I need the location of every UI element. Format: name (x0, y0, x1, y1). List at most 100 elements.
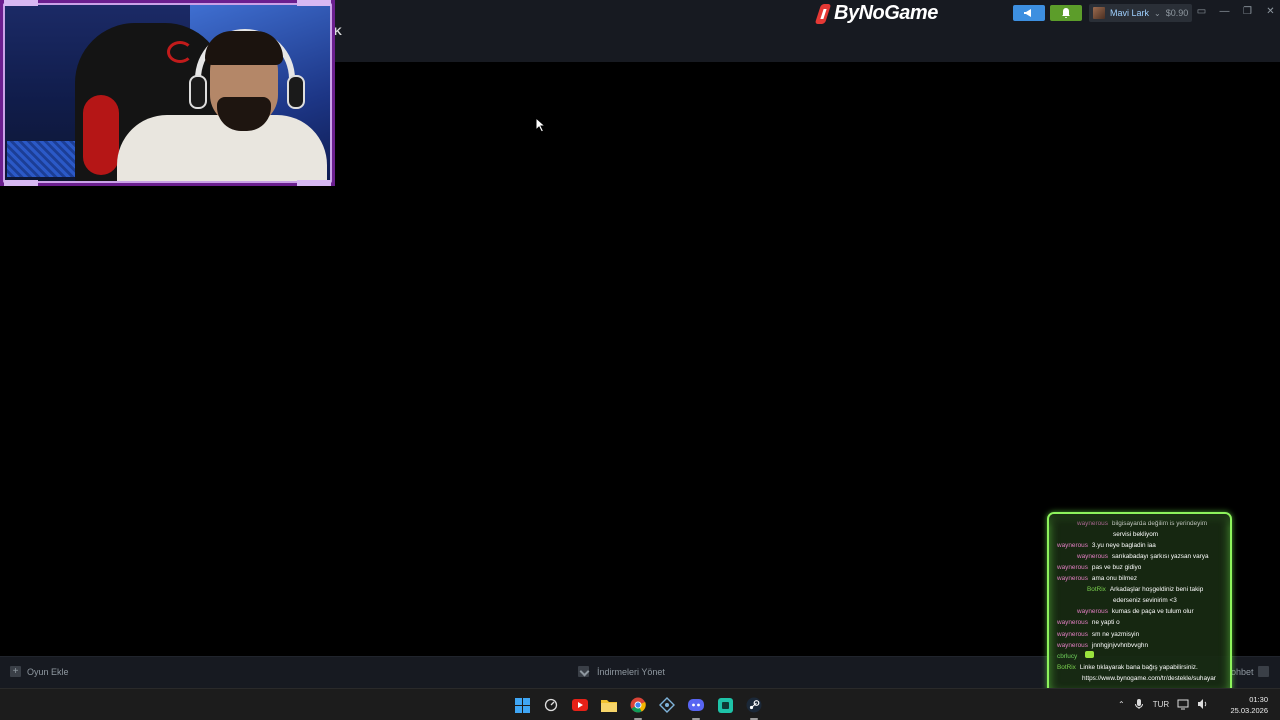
frame-corner (4, 0, 38, 6)
chat-message-text: ne yapti o (1091, 619, 1120, 627)
taskbar-apps (512, 695, 764, 720)
chat-message-text: sarıkabadayı şarkısı yazsan varya (1111, 552, 1209, 560)
webcam-feed (3, 3, 332, 183)
minimize-button[interactable]: — (1213, 4, 1236, 20)
add-game-label: Oyun Ekle (27, 666, 69, 677)
chat-message-text: https://www.bynogame.com/tr/destekle/suh… (1082, 674, 1216, 682)
mouse-cursor-icon (535, 117, 547, 133)
manage-downloads-label: İndirmeleri Yönet (597, 666, 665, 677)
chat-message-text: Arkadaşlar hoşgeldiniz beni takip (1109, 586, 1204, 594)
announcements-button[interactable] (1013, 5, 1045, 21)
microphone-icon[interactable] (1133, 698, 1145, 710)
network-icon[interactable] (1177, 698, 1189, 710)
teal-app-icon[interactable] (715, 695, 735, 715)
chat-username: waynerous (1077, 608, 1108, 616)
chat-username: waynerous (1057, 541, 1088, 549)
clock-date: 25.03.2026 (1230, 706, 1268, 715)
chat-message: waynerous sarıkabadayı şarkısı yazsan var… (1057, 551, 1226, 562)
notifications-button[interactable] (1050, 5, 1082, 21)
stream-chat-overlay: waynerousbilgisayarda değilim is yerinde… (1047, 512, 1232, 696)
clock-time: 01:30 (1249, 695, 1268, 704)
webcam-overlay (0, 0, 335, 186)
chat-username: BotRix (1087, 586, 1106, 594)
streamer-body (117, 115, 327, 181)
file-explorer-icon[interactable] (599, 695, 619, 715)
speedometer-icon[interactable] (541, 695, 561, 715)
download-icon (578, 666, 589, 677)
chat-message-text: sm ne yazmisyin (1091, 630, 1140, 638)
friends-chat-button[interactable]: ohbet (1231, 666, 1269, 677)
chat-message: waynerous kumas de paça ve tulum olur (1057, 606, 1226, 617)
account-menu[interactable]: Mavi Lark ⌄ $0.90 (1089, 4, 1193, 22)
chair-logo (167, 41, 193, 63)
chat-message-text: 3.yu neye bagladin iaa (1091, 541, 1156, 549)
close-button[interactable]: ✕ (1259, 4, 1280, 20)
frame-corner (297, 0, 331, 6)
chat-message-text: Linke tıklayarak bana bağış yapabilirsin… (1079, 663, 1198, 671)
chat-message: BotRix Linke tıklayarak bana bağış yapabi… (1057, 662, 1226, 673)
taskbar-clock[interactable]: 01:30 25.03.2026 (1228, 694, 1268, 716)
wallet-balance: $0.90 (1165, 8, 1189, 18)
bynogame-brand-name: ByNoGame (834, 2, 938, 24)
chevron-down-icon: ⌄ (1154, 8, 1161, 18)
chat-username: waynerous (1057, 575, 1088, 583)
chat-message-list: waynerousbilgisayarda değilim is yerinde… (1057, 518, 1226, 684)
big-picture-icon[interactable]: ▭ (1190, 4, 1213, 20)
chat-message-text: servisi bekliyom (1113, 530, 1159, 538)
plus-icon: + (10, 666, 21, 677)
chat-message: ederseniz sevinirim <3 (1057, 595, 1226, 606)
chat-message: https://www.bynogame.com/tr/destekle/suh… (1057, 673, 1226, 684)
windows-start-icon[interactable] (512, 695, 532, 715)
system-tray: ⌃ TUR (1118, 698, 1209, 710)
chat-username: waynerous (1057, 563, 1088, 571)
youtube-icon[interactable] (570, 695, 590, 715)
friends-icon (1257, 666, 1269, 677)
chat-message-text: kumas de paça ve tulum olur (1111, 608, 1194, 616)
chat-message-text: jnnhgjnjvvhnbvvghn (1091, 641, 1149, 649)
manage-downloads-button[interactable]: İndirmeleri Yönet (578, 666, 665, 677)
steam-icon[interactable] (744, 695, 764, 720)
chat-message: waynerous ne yapti o (1057, 617, 1226, 628)
add-game-button[interactable]: + Oyun Ekle (10, 666, 69, 677)
chat-message: BotRix Arkadaşlar hoşgeldiniz beni takip (1057, 584, 1226, 595)
chat-emote-icon (1085, 650, 1095, 658)
megaphone-icon (1024, 9, 1031, 17)
bynogame-logo: ByNoGame (814, 2, 938, 25)
frame-corner (4, 180, 38, 186)
topbar-partial-text: K (334, 26, 342, 38)
friends-chat-label: ohbet (1231, 666, 1254, 677)
chevron-up-icon[interactable]: ⌃ (1118, 700, 1125, 709)
chat-message: waynerous jnnhgjnjvvhnbvvghn (1057, 640, 1226, 651)
streamer-hair (205, 31, 283, 65)
chat-username: waynerous (1057, 630, 1088, 638)
headset-ear-right (287, 75, 305, 109)
chat-username: waynerous (1057, 619, 1088, 627)
speaker-icon[interactable] (1197, 698, 1209, 710)
chat-username: cbrlucy (1057, 652, 1078, 660)
bynogame-mark-icon (814, 3, 832, 25)
headset-ear-left (189, 75, 207, 109)
windows-taskbar: ⌃ TUR 01:30 25.03.2026 (0, 688, 1280, 720)
chat-username: waynerous (1077, 552, 1108, 560)
chat-username: waynerous (1057, 641, 1088, 649)
chat-message-text: pas ve buz gidiyo (1091, 563, 1142, 571)
bell-icon (1062, 8, 1070, 18)
window-controls: ▭ — ❐ ✕ (1190, 4, 1280, 20)
chat-message: waynerous sm ne yazmisyin (1057, 629, 1226, 640)
chat-message: cbrlucy (1057, 650, 1226, 662)
chat-message: waynerous 3.yu neye bagladin iaa (1057, 540, 1226, 551)
chat-message-text: ederseniz sevinirim <3 (1113, 597, 1177, 605)
chat-message: waynerous pas ve buz gidiyo (1057, 562, 1226, 573)
discord-icon[interactable] (686, 695, 706, 720)
chat-username: BotRix (1057, 663, 1076, 671)
account-name: Mavi Lark (1110, 8, 1150, 18)
network-app-icon[interactable] (657, 695, 677, 715)
gaming-chair-accent (83, 95, 119, 175)
chat-fade (1049, 514, 1230, 528)
maximize-button[interactable]: ❐ (1236, 4, 1259, 20)
avatar (1093, 7, 1105, 19)
chat-message: waynerous ama onu bilmez (1057, 573, 1226, 584)
language-indicator[interactable]: TUR (1153, 700, 1169, 709)
chrome-icon[interactable] (628, 695, 648, 720)
frame-corner (297, 180, 331, 186)
